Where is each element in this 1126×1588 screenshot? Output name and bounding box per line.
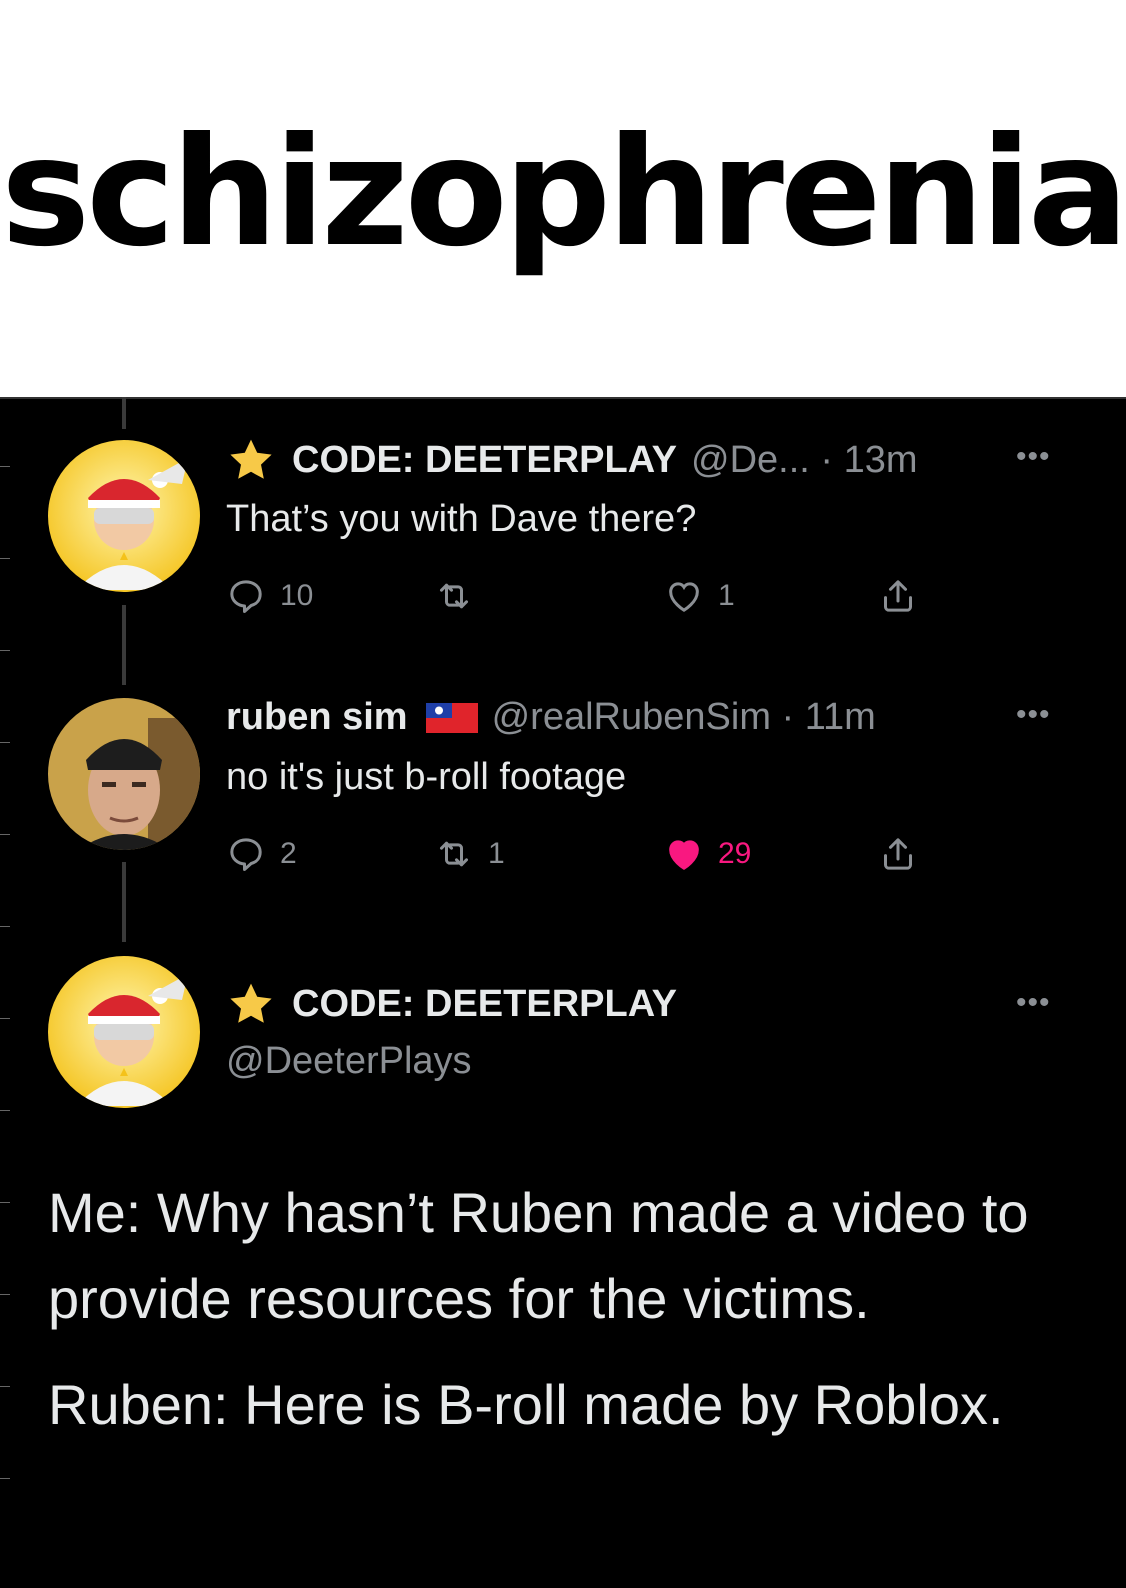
thread-line xyxy=(122,397,126,429)
like-icon xyxy=(669,840,699,870)
tweet-actions: 2 1 29 xyxy=(226,834,946,884)
display-name[interactable]: CODE: DEETERPLAY xyxy=(292,439,677,482)
reply-icon xyxy=(230,838,262,871)
avatar[interactable] xyxy=(48,440,200,592)
like-count: 1 xyxy=(718,579,735,612)
tweet-header: CODE: DEETERPLAY @De... · 13m xyxy=(226,436,918,484)
edge-tick xyxy=(0,1478,10,1479)
edge-tick xyxy=(0,558,10,559)
edge-tick xyxy=(0,1386,10,1387)
retweet-count: 1 xyxy=(488,837,505,870)
edge-tick xyxy=(0,1110,10,1111)
edge-tick xyxy=(0,834,10,835)
share-icon xyxy=(884,580,912,612)
more-icon[interactable]: ••• xyxy=(1016,698,1051,732)
avatar[interactable] xyxy=(48,956,200,1108)
tweet-text: no it's just b-roll footage xyxy=(226,756,627,798)
edge-tick xyxy=(0,1202,10,1203)
main-tweet-paragraph: Ruben: Here is B-roll made by Roblox. xyxy=(48,1373,1004,1436)
edge-tick xyxy=(0,926,10,927)
reply-count: 2 xyxy=(280,837,297,870)
display-name[interactable]: ruben sim xyxy=(226,696,408,739)
taiwan-flag-icon xyxy=(425,702,478,733)
retweet-button[interactable]: 1 xyxy=(434,834,505,874)
like-count: 29 xyxy=(718,837,752,870)
edge-tick xyxy=(0,1294,10,1295)
handle-and-time[interactable]: @realRubenSim · 11m xyxy=(492,696,876,739)
main-tweet-text: Me: Why hasn’t Ruben made a video to pro… xyxy=(48,1170,1098,1468)
reply-count: 10 xyxy=(280,579,314,612)
like-button[interactable]: 1 xyxy=(664,576,735,616)
handle-and-time[interactable]: @De... · 13m xyxy=(691,439,918,482)
retweet-icon xyxy=(440,583,468,609)
share-icon xyxy=(884,838,912,870)
edge-tick xyxy=(0,466,10,467)
reply-button[interactable]: 10 xyxy=(226,576,313,616)
like-icon xyxy=(669,582,699,612)
handle[interactable]: @DeeterPlays xyxy=(226,1040,472,1083)
edge-tick xyxy=(0,742,10,743)
tweet-actions: 10 1 xyxy=(226,576,946,626)
reply-button[interactable]: 2 xyxy=(226,834,297,874)
main-tweet-paragraph: Me: Why hasn’t Ruben made a video to pro… xyxy=(48,1181,1029,1330)
tweet-text: That’s you with Dave there? xyxy=(226,498,697,540)
avatar[interactable] xyxy=(48,698,200,850)
thread-line xyxy=(122,605,126,685)
edge-tick xyxy=(0,650,10,651)
like-button[interactable]: 29 xyxy=(664,834,751,874)
more-icon[interactable]: ••• xyxy=(1016,440,1051,474)
meme-caption: schizophrenia xyxy=(0,0,1126,399)
tweet-header: CODE: DEETERPLAY xyxy=(226,980,677,1028)
reply-icon xyxy=(230,580,262,613)
thread-line xyxy=(122,862,126,942)
caption-text: schizophrenia xyxy=(0,105,1126,280)
star-icon xyxy=(230,983,272,1023)
retweet-icon xyxy=(440,841,468,867)
share-button[interactable] xyxy=(878,576,932,616)
edge-tick xyxy=(0,1018,10,1019)
retweet-button[interactable] xyxy=(434,576,488,616)
display-name[interactable]: CODE: DEETERPLAY xyxy=(292,983,677,1026)
tweet-header: ruben sim @realRubenSim · 11m xyxy=(226,696,876,739)
more-icon[interactable]: ••• xyxy=(1016,986,1051,1020)
star-icon xyxy=(230,439,272,479)
share-button[interactable] xyxy=(878,834,932,874)
